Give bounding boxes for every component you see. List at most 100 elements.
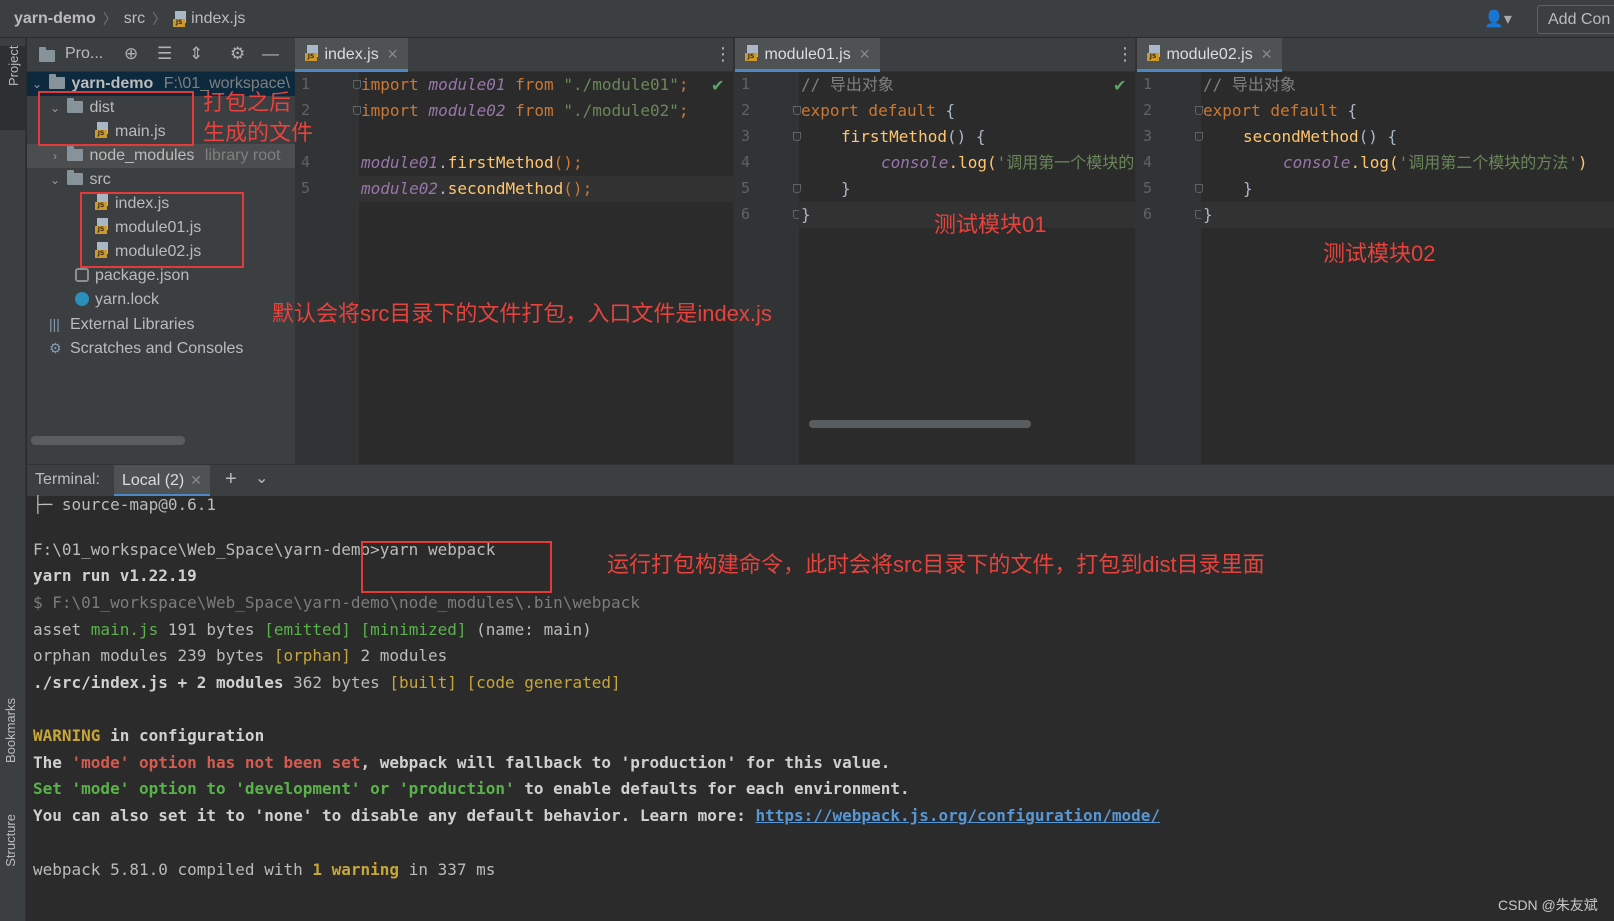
- breadcrumb-file[interactable]: index.js: [191, 10, 245, 28]
- js-file-icon: JS: [305, 45, 320, 61]
- tree-label: yarn-demo: [71, 75, 154, 92]
- terminal-line: ├─ source-map@0.6.1: [33, 495, 217, 514]
- more-options-icon[interactable]: ⋮: [1116, 44, 1134, 65]
- hide-panel-icon[interactable]: —: [262, 44, 279, 64]
- code-line-1: import module01 from "./module01";: [361, 75, 689, 94]
- gear-icon[interactable]: ⚙: [230, 44, 245, 64]
- annotation-box-dist: [38, 91, 194, 146]
- code-area[interactable]: import module01 from "./module01"; impor…: [359, 72, 733, 464]
- structure-tool-tab[interactable]: Structure: [3, 814, 18, 867]
- no-problems-check-icon[interactable]: ✔: [711, 76, 724, 96]
- chevron-right-icon[interactable]: ›: [47, 144, 63, 168]
- bookmarks-tool-tab[interactable]: Bookmarks: [3, 698, 18, 763]
- code-line-4: console.log('调用第二个模块的方法'): [1283, 153, 1588, 172]
- terminal-line: $ F:\01_workspace\Web_Space\yarn-demo\no…: [33, 593, 640, 612]
- new-tab-plus-icon[interactable]: +: [225, 468, 237, 491]
- editor-tabbar: JS module01.js ✕ ⋮: [735, 38, 1135, 72]
- line-number: 3: [1143, 127, 1153, 145]
- tree-label: src: [89, 171, 111, 188]
- code-line-5: }: [841, 179, 851, 198]
- line-number: 6: [1143, 205, 1153, 223]
- chevron-right-icon: 〉: [152, 11, 167, 27]
- no-problems-check-icon[interactable]: ✔: [1113, 76, 1126, 96]
- editor-tabbar: JS index.js ✕ ⋮: [295, 38, 733, 72]
- breadcrumb: yarn-demo 〉 src 〉 JS index.js: [14, 9, 245, 29]
- annotation-box-command: [361, 541, 552, 593]
- annotation-box-src: [80, 192, 244, 268]
- expand-all-icon[interactable]: ☰: [157, 44, 172, 64]
- tree-label: External Libraries: [70, 316, 195, 333]
- chevron-down-icon[interactable]: ⌄: [47, 168, 63, 192]
- terminal-line: The 'mode' option has not been set, webp…: [33, 753, 891, 772]
- close-icon[interactable]: ✕: [859, 46, 871, 62]
- terminal-line: asset main.js 191 bytes [emitted] [minim…: [33, 620, 592, 639]
- tree-item-scratches[interactable]: ⚙ Scratches and Consoles: [49, 336, 243, 360]
- chevron-right-icon: 〉: [102, 11, 117, 27]
- code-line-6: }: [801, 205, 811, 224]
- project-tool-tab[interactable]: Project: [0, 46, 26, 130]
- line-number: 4: [1143, 153, 1153, 171]
- close-icon[interactable]: ✕: [1261, 46, 1273, 62]
- tab-index-js[interactable]: JS index.js ✕: [295, 38, 409, 72]
- code-line-2: export default {: [801, 101, 956, 120]
- tree-label: node_modules: [89, 147, 195, 164]
- tab-label: module02.js: [1166, 46, 1253, 63]
- code-area[interactable]: // 导出对象 export default { firstMethod() {…: [799, 72, 1135, 464]
- annotation-src: 默认会将src目录下的文件打包，入口文件是index.js: [272, 301, 772, 326]
- tree-item-src[interactable]: ⌄ src: [47, 168, 111, 192]
- terminal-line: You can also set it to 'none' to disable…: [33, 806, 1161, 825]
- locate-file-icon[interactable]: ⊕: [124, 44, 138, 64]
- tree-item-yarn-lock[interactable]: yarn.lock: [75, 288, 159, 312]
- tab-module01-js[interactable]: JS module01.js ✕: [735, 38, 881, 72]
- editor-tabbar: JS module02.js ✕: [1137, 38, 1614, 72]
- terminal-line: WARNING in configuration: [33, 726, 265, 745]
- terminal-line: ./src/index.js + 2 modules 362 bytes [bu…: [33, 673, 621, 692]
- caret-line-highlight: [1201, 202, 1614, 228]
- navigation-bar: yarn-demo 〉 src 〉 JS index.js 👤▾ Add Con: [0, 0, 1614, 38]
- tab-module02-js[interactable]: JS module02.js ✕: [1137, 38, 1283, 72]
- breadcrumb-project[interactable]: yarn-demo: [14, 10, 96, 28]
- annotation-dist-line1: 打包之后: [203, 90, 292, 115]
- terminal-tab-local-2[interactable]: Local (2) ✕: [114, 465, 210, 497]
- library-icon: |||: [49, 316, 60, 332]
- code-line-4: module01.firstMethod();: [361, 153, 583, 172]
- user-account-icon[interactable]: 👤▾: [1484, 9, 1512, 29]
- line-number: 4: [741, 153, 751, 171]
- annotation-module02: 测试模块02: [1323, 241, 1436, 266]
- line-number: 2: [741, 101, 751, 119]
- breadcrumb-folder[interactable]: src: [124, 10, 145, 28]
- project-view-selector[interactable]: Pro...: [65, 45, 103, 63]
- close-icon[interactable]: ✕: [387, 46, 399, 62]
- line-number-gutter: 1 2 3 4 5 6: [1137, 72, 1203, 464]
- code-line-3: secondMethod() {: [1243, 127, 1398, 146]
- tree-label: Scratches and Consoles: [70, 340, 244, 357]
- webpack-docs-link[interactable]: https://webpack.js.org/configuration/mod…: [755, 806, 1160, 825]
- tab-label: module01.js: [764, 46, 851, 63]
- editor-pane-module01: JS module01.js ✕ ⋮ 1 2 3 4 5 6 // 导出对象 ex…: [735, 38, 1135, 464]
- line-number: 3: [741, 127, 751, 145]
- horizontal-scrollbar[interactable]: [31, 436, 185, 445]
- code-line-5: }: [1243, 179, 1253, 198]
- tree-label: yarn.lock: [95, 291, 160, 308]
- tree-item-external-libraries[interactable]: ||| External Libraries: [49, 312, 195, 336]
- close-icon[interactable]: ✕: [190, 472, 202, 488]
- line-number: 5: [301, 179, 311, 197]
- tab-label: index.js: [324, 46, 379, 63]
- add-configuration-button[interactable]: Add Con: [1537, 5, 1614, 34]
- code-line-2: export default {: [1203, 101, 1358, 120]
- more-options-icon[interactable]: ⋮: [714, 44, 732, 65]
- terminal-line: webpack 5.81.0 compiled with 1 warning i…: [33, 860, 496, 879]
- terminal-line: Set 'mode' option to 'development' or 'p…: [33, 779, 910, 798]
- tree-item-node-modules[interactable]: › node_modules library root: [27, 144, 295, 168]
- terminal-line: orphan modules 239 bytes [orphan] 2 modu…: [33, 646, 448, 665]
- yarn-icon: [75, 292, 89, 306]
- chevron-down-icon[interactable]: ⌄: [255, 468, 268, 488]
- line-number: 1: [741, 75, 751, 93]
- collapse-all-icon[interactable]: ⇕: [189, 44, 203, 64]
- horizontal-scrollbar[interactable]: [809, 420, 1031, 428]
- js-file-icon: JS: [1147, 45, 1162, 61]
- tab-label: Local (2): [122, 472, 185, 489]
- code-area[interactable]: // 导出对象 export default { secondMethod() …: [1201, 72, 1614, 464]
- js-file-icon: JS: [745, 45, 760, 61]
- line-number: 6: [741, 205, 751, 223]
